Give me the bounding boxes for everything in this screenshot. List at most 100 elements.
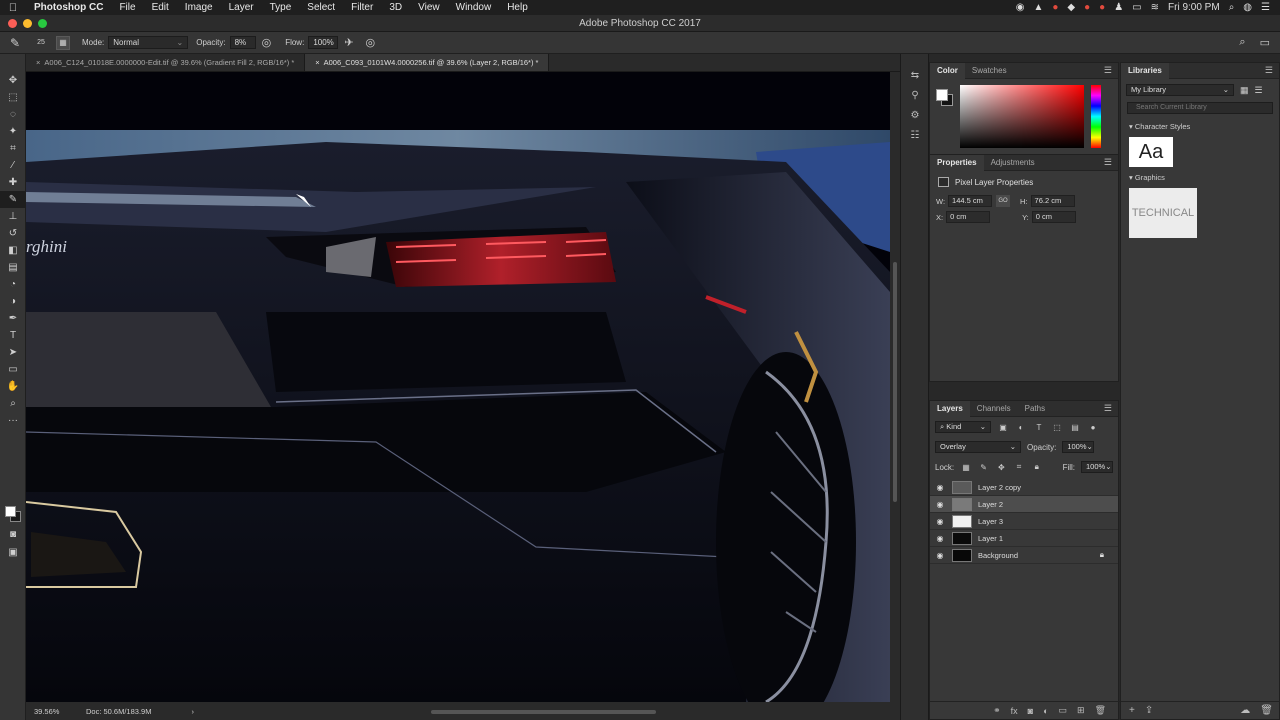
status-menu-arrow[interactable]: › [191, 707, 194, 716]
visibility-eye-icon[interactable]: ◉ [930, 517, 950, 526]
height-field[interactable]: 76.2 cm [1030, 195, 1075, 207]
foreground-color-swatch[interactable] [5, 506, 16, 517]
tab-adjustments[interactable]: Adjustments [984, 155, 1042, 171]
link-layers-icon[interactable]: ⚭ [993, 705, 1001, 716]
type-tool-icon[interactable]: T [0, 327, 26, 344]
lock-artboard-icon[interactable]: ⌗ [1013, 462, 1025, 472]
brush-presets-icon[interactable]: ⚲ [901, 86, 929, 106]
menu-type[interactable]: Type [262, 2, 300, 13]
add-mask-icon[interactable]: ◙ [1028, 706, 1033, 716]
panel-menu-icon[interactable]: ☰ [1104, 157, 1118, 168]
clock[interactable]: Fri 9:00 PM [1168, 2, 1220, 13]
screen-mode-icon[interactable]: ▣ [0, 544, 26, 561]
y-field[interactable]: 0 cm [1031, 211, 1076, 223]
mode-select[interactable]: Normal ⌄ [108, 36, 189, 49]
layer-lock-icon[interactable]: 🔒︎ [1100, 550, 1104, 560]
record-icon[interactable]: ◉ [1016, 2, 1025, 13]
sync-icon[interactable]: ● [1099, 2, 1105, 13]
filter-toggle-icon[interactable]: ● [1087, 423, 1099, 432]
drive-icon[interactable]: ▲ [1033, 2, 1043, 13]
tab-document-2[interactable]: × A006_C093_0101W4.0000256.tif @ 39.6% (L… [305, 54, 550, 71]
link-dimensions-icon[interactable]: GO [996, 195, 1011, 207]
tab-properties[interactable]: Properties [930, 154, 984, 171]
lock-transparent-icon[interactable]: ▦ [960, 463, 972, 472]
healing-tool-icon[interactable]: ✚ [0, 174, 26, 191]
list-view-icon[interactable]: ☰ [1255, 85, 1263, 96]
menu-select[interactable]: Select [299, 2, 343, 13]
blur-tool-icon[interactable]: ◔ [0, 276, 26, 293]
close-tab-icon[interactable]: × [315, 58, 319, 67]
delete-item-icon[interactable]: 🗑︎ [1260, 705, 1273, 716]
visibility-eye-icon[interactable]: ◉ [930, 534, 950, 543]
hand-tool-icon[interactable]: ✋ [0, 378, 26, 395]
menu-file[interactable]: File [111, 2, 143, 13]
upload-icon[interactable]: ⇪ [1145, 705, 1153, 716]
zoom-level[interactable]: 39.56% [26, 707, 60, 716]
brush-panel-toggle-icon[interactable]: ▦ [56, 35, 70, 50]
lasso-tool-icon[interactable]: ◌ [0, 106, 26, 123]
menu-image[interactable]: Image [177, 2, 221, 13]
canvas-horizontal-scroll-thumb[interactable] [431, 710, 656, 714]
dodge-tool-icon[interactable]: ◑ [0, 293, 26, 310]
layer-row[interactable]: ◉ Background 🔒︎ [930, 547, 1118, 564]
adjustment-filter-icon[interactable]: ◐ [1015, 423, 1027, 432]
path-select-tool-icon[interactable]: ➤ [0, 344, 26, 361]
quick-mask-icon[interactable]: ◙ [0, 526, 26, 543]
brush-tool-icon[interactable]: ✎ [0, 191, 26, 208]
flow-field[interactable]: 100% [308, 36, 339, 49]
layer-comps-icon[interactable]: ☷ [901, 126, 929, 146]
blend-mode-select[interactable]: Overlay ⌄ [935, 441, 1021, 453]
crop-tool-icon[interactable]: ⌗ [0, 140, 26, 157]
tab-swatches[interactable]: Swatches [965, 63, 1014, 79]
more-tools-icon[interactable]: ··· [0, 412, 26, 429]
pressure-opacity-icon[interactable]: ◎ [262, 36, 272, 49]
x-field[interactable]: 0 cm [946, 211, 991, 223]
wifi-icon[interactable]: ≋ [1151, 2, 1159, 13]
stamp-tool-icon[interactable]: ⊥ [0, 208, 26, 225]
brush-tool-preset-icon[interactable]: ✎ [0, 36, 30, 50]
canvas-vertical-scroll-thumb[interactable] [893, 262, 897, 502]
visibility-eye-icon[interactable]: ◉ [930, 483, 950, 492]
quick-select-tool-icon[interactable]: ✦ [0, 123, 26, 140]
fill-field[interactable]: 100% ⌄ [1081, 461, 1114, 473]
adjustments-icon[interactable]: ⚙ [901, 106, 929, 126]
new-adjustment-icon[interactable]: ◐ [1043, 706, 1048, 716]
layer-row[interactable]: ◉ Layer 2 [930, 496, 1118, 513]
document-canvas[interactable]: rghini [26, 72, 890, 702]
visibility-eye-icon[interactable]: ◉ [930, 500, 950, 509]
tab-channels[interactable]: Channels [970, 401, 1018, 417]
type-filter-icon[interactable]: T [1033, 423, 1045, 432]
brush-size[interactable]: 25 [30, 39, 52, 46]
graphic-thumbnail[interactable]: TECHNICAL [1129, 188, 1197, 238]
grid-view-icon[interactable]: ▦ [1240, 85, 1249, 96]
panel-menu-icon[interactable]: ☰ [1265, 65, 1279, 76]
hue-slider[interactable] [1091, 85, 1101, 148]
menu-view[interactable]: View [410, 2, 448, 13]
delete-layer-icon[interactable]: 🗑︎ [1095, 705, 1106, 716]
layer-opacity-field[interactable]: 100% ⌄ [1062, 441, 1095, 453]
opacity-field[interactable]: 8% [229, 36, 256, 49]
menu-window[interactable]: Window [448, 2, 500, 13]
tab-layers[interactable]: Layers [930, 400, 970, 417]
adobe-icon[interactable]: ● [1084, 2, 1090, 13]
add-content-icon[interactable]: + [1129, 705, 1135, 716]
tab-document-1[interactable]: × A006_C124_01018E.0000000-Edit.tif @ 39.… [26, 54, 306, 71]
layer-kind-filter[interactable]: ⌕ Kind ⌄ [935, 421, 991, 433]
apple-icon[interactable]:  [0, 2, 26, 14]
graphics-section[interactable]: ▾ Graphics [1121, 169, 1279, 186]
color-panel-foreground-swatch[interactable] [936, 89, 948, 101]
marquee-tool-icon[interactable]: ⬚ [0, 89, 26, 106]
lock-position-icon[interactable]: ✥ [996, 463, 1008, 472]
shape-filter-icon[interactable]: ⬚ [1051, 423, 1063, 432]
pixel-filter-icon[interactable]: ▣ [997, 423, 1009, 432]
eraser-tool-icon[interactable]: ◧ [0, 242, 26, 259]
display-icon[interactable]: ▭ [1132, 2, 1141, 13]
menu-edit[interactable]: Edit [144, 2, 177, 13]
user-icon[interactable]: ♟ [1114, 2, 1123, 13]
shape-tool-icon[interactable]: ▭ [0, 361, 26, 378]
tab-color[interactable]: Color [930, 62, 965, 79]
search-icon[interactable]: ⌕ [1229, 2, 1235, 13]
character-styles-section[interactable]: ▾ Character Styles [1121, 118, 1279, 135]
tab-libraries[interactable]: Libraries [1121, 62, 1169, 79]
pressure-size-icon[interactable]: ◎ [366, 36, 376, 49]
